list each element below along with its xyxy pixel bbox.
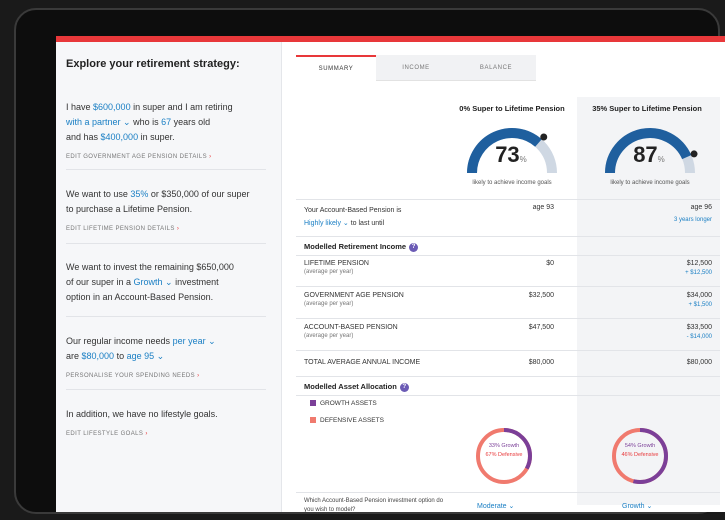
divider [66,316,266,317]
tab-income[interactable]: INCOME [376,55,456,81]
gauge-value: 87% [633,142,665,167]
target-age-dropdown[interactable]: age 95 ⌄ [127,351,165,361]
divider [296,236,720,237]
edit-lifestyle-link[interactable]: EDIT LIFESTYLE GOALS › [66,427,266,442]
gauge-caption: likely to achieve income goals [472,180,552,186]
divider [296,318,720,319]
tab-balance[interactable]: BALANCE [456,55,536,81]
super-block: I have $600,000 in super and I am retiri… [66,100,266,165]
divider [296,255,720,256]
super-amount[interactable]: $600,000 [93,102,131,112]
tablet-frame: Explore your retirement strategy: I have… [14,8,725,514]
divider [296,376,720,377]
lifestyle-block: In addition, we have no lifestyle goals.… [66,407,266,442]
investment-option-dropdown[interactable]: Growth ⌄ [134,277,173,287]
divider [66,243,266,244]
divider [296,350,720,351]
income-section-title: Modelled Retirement Income? [304,242,419,252]
personalise-spending-link[interactable]: PERSONALISE YOUR SPENDING NEEDS › [66,369,266,384]
divider [66,389,266,390]
divider [296,492,720,493]
income-amount[interactable]: $80,000 [82,351,115,361]
column-header: 35% Super to Lifetime Pension [592,104,702,113]
legend-defensive: DEFENSIVE ASSETS [310,417,384,424]
edit-lifetime-link[interactable]: EDIT LIFETIME PENSION DETAILS › [66,222,266,237]
donut-label: 33% Growth 67% Defensive [485,443,523,458]
tab-summary[interactable]: SUMMARY [296,55,376,81]
divider [296,286,720,287]
pct-value[interactable]: 35% [130,189,148,199]
growth-dropdown[interactable]: Growth ⌄ [622,502,652,510]
panel-title: Explore your retirement strategy: [66,58,240,70]
results-panel: SUMMARY INCOME BALANCE 0% Super to Lifet… [282,42,725,512]
frequency-dropdown[interactable]: per year ⌄ [173,336,216,346]
gauge-pin-icon [540,133,548,141]
gauge-caption: likely to achieve income goals [610,180,690,186]
donut-label: 54% Growth 46% Defensive [621,443,659,458]
column-header: 0% Super to Lifetime Pension [459,104,565,113]
divider [296,395,720,396]
tab-bar: SUMMARY INCOME BALANCE [296,55,536,83]
investment-question: Which Account-Based Pension investment o… [304,498,444,512]
help-icon[interactable]: ? [409,242,419,252]
moderate-dropdown[interactable]: Moderate ⌄ [477,502,514,510]
invest-block: We want to invest the remaining $650,000… [66,262,234,302]
divider [296,199,720,200]
partner-super[interactable]: $400,000 [101,132,139,142]
help-icon[interactable]: ? [399,382,409,392]
age-value[interactable]: 67 [161,117,171,127]
lifetime-block: We want to use 35% or $350,000 of our su… [66,187,266,237]
edit-age-pension-link[interactable]: EDIT GOVERNMENT AGE PENSION DETAILS › [66,150,266,165]
likelihood-dropdown[interactable]: Highly likely ⌄ [304,220,349,227]
app-screen: Explore your retirement strategy: I have… [56,36,725,512]
gauge-value: 73% [495,142,527,167]
strategy-panel: Explore your retirement strategy: I have… [56,42,282,512]
legend-growth: GROWTH ASSETS [310,400,377,407]
partner-dropdown[interactable]: with a partner ⌄ [66,117,131,127]
divider [66,169,266,170]
allocation-section-title: Modelled Asset Allocation? [304,382,409,392]
income-block: Our regular income needs per year ⌄ are … [66,334,266,384]
